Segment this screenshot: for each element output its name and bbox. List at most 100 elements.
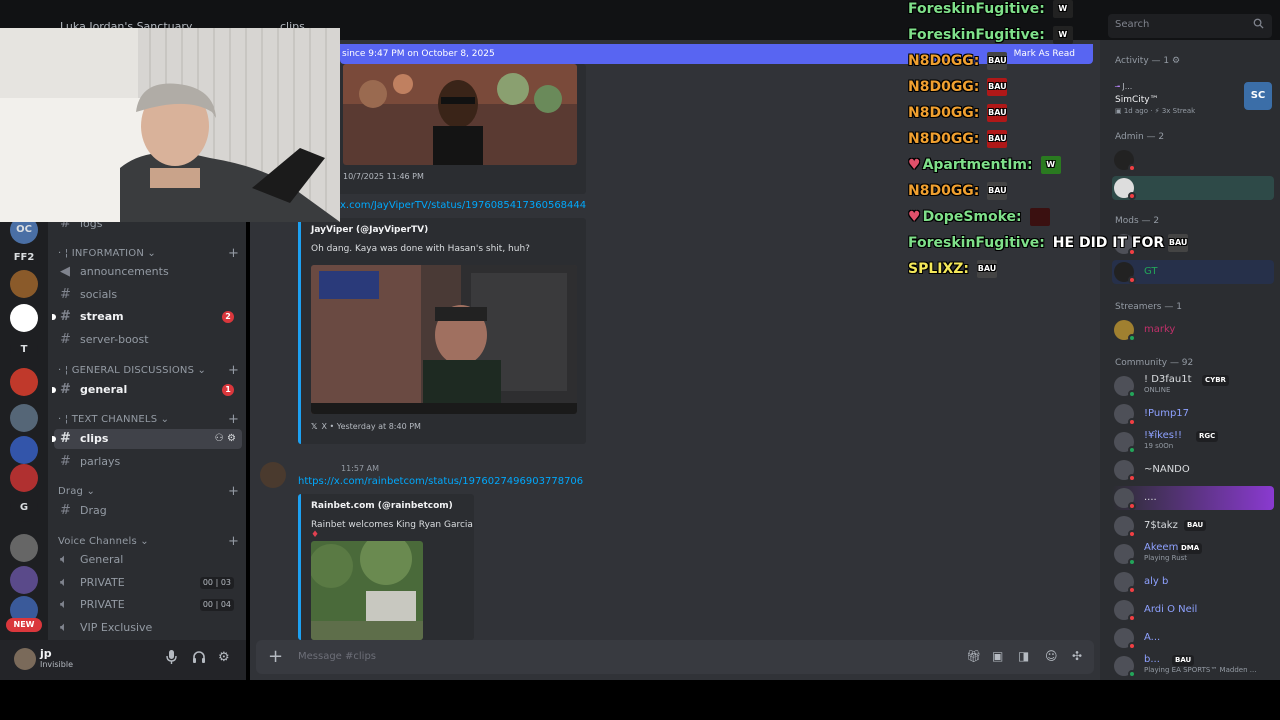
add-channel-icon[interactable]: + (228, 246, 239, 261)
category-text-channels[interactable]: · ¦ TEXT CHANNELS ⌄ + (58, 412, 239, 427)
channel-clips[interactable]: # clips ⚇ ⚙ (52, 429, 242, 449)
voice-channel-private-2[interactable]: 🔈︎ PRIVATE 00 | 04 (54, 595, 242, 615)
category-drag[interactable]: Drag ⌄ + (58, 484, 239, 499)
emoji-icon[interactable]: ☺ (1045, 649, 1058, 663)
channel-settings-icons[interactable]: ⚇ ⚙ (215, 429, 236, 449)
embed-author[interactable]: JayViper (@JayViperTV) (311, 225, 428, 235)
embed-author[interactable]: Rainbet.com (@rainbetcom) (311, 501, 453, 511)
stream-chat-line: ForeskinFugitive: W (908, 0, 1073, 18)
server-icon-11[interactable] (10, 566, 38, 594)
member-community-9[interactable]: A... (1112, 626, 1274, 650)
letterbox-bar (0, 680, 1280, 720)
stream-chat-line: ♥ ApartmentIm: W (908, 156, 1061, 174)
channel-server-boost[interactable]: # server-boost (54, 330, 242, 350)
composer-placeholder: Message #clips (298, 651, 376, 662)
add-channel-icon[interactable]: + (228, 534, 239, 549)
channel-drag[interactable]: # Drag (54, 501, 242, 521)
channel-announcements[interactable]: ◀ announcements (54, 262, 242, 282)
add-channel-icon[interactable]: + (228, 412, 239, 427)
avatar[interactable] (260, 462, 286, 488)
hash-icon: # (60, 431, 71, 446)
guild-tag: CYBR (1202, 375, 1229, 386)
server-icon-6[interactable] (10, 404, 38, 432)
member-community-10[interactable]: b... BAU Playing EA SPORTS™ Madden ... (1112, 654, 1274, 678)
hash-icon: # (60, 503, 71, 518)
channel-stream[interactable]: # stream 2 (52, 307, 242, 327)
microphone-icon[interactable] (166, 650, 177, 668)
hash-icon: # (60, 332, 71, 347)
avatar[interactable] (14, 648, 36, 670)
channel-socials[interactable]: # socials (54, 285, 242, 305)
guild-tag: BAU (1172, 655, 1195, 666)
add-channel-icon[interactable]: + (228, 484, 239, 499)
voice-channel-vip[interactable]: 🔈︎ VIP Exclusive (54, 618, 242, 638)
server-icon-5[interactable] (10, 368, 38, 396)
speaker-icon: 🔈︎ (60, 552, 68, 567)
stream-chat-line: N8D0GG: BAU (908, 130, 1008, 148)
link-jayviper[interactable]: x.com/JayViperTV/status/1976085417360568… (340, 200, 586, 211)
server-icon-9[interactable]: G (10, 494, 38, 522)
embed-image[interactable] (311, 265, 577, 414)
voice-user-count: 00 | 03 (199, 577, 234, 589)
chat-username: SPLIXZ: (908, 261, 970, 277)
avatar (1114, 628, 1136, 650)
member-community-0[interactable]: ! D3fau1t CYBR ONLINE (1112, 374, 1274, 398)
channel-general[interactable]: # general 1 (52, 380, 242, 400)
server-icon-2[interactable] (10, 270, 38, 298)
new-badge: NEW (6, 618, 42, 632)
member-community-8[interactable]: Ardi O Neil (1112, 598, 1274, 622)
server-icon-10[interactable] (10, 534, 38, 562)
member-community-5[interactable]: 7$takz BAU (1112, 514, 1274, 538)
chat-username: N8D0GG: (908, 131, 980, 147)
member-name: Akeem (1144, 542, 1179, 553)
chat-username: ApartmentIm: (922, 157, 1033, 173)
member-community-3[interactable]: ~NANDO (1112, 458, 1274, 482)
member-name: !¥îkes!! (1144, 430, 1182, 441)
emote-icon: BAU (987, 130, 1008, 148)
member-community-2[interactable]: !¥îkes!! RGC 19 s0On (1112, 430, 1274, 454)
category-general-discussions[interactable]: · ¦ GENERAL DISCUSSIONS ⌄ + (58, 363, 239, 378)
headphones-icon[interactable] (192, 650, 206, 668)
member-community-4[interactable]: .... (1112, 486, 1274, 510)
link-rainbet[interactable]: https://x.com/rainbetcom/status/19760274… (298, 476, 583, 487)
member-name: ~NANDO (1144, 464, 1190, 475)
embed-image[interactable] (311, 541, 423, 640)
server-icon-1[interactable]: FF2 (10, 244, 38, 272)
message-timestamp: 11:57 AM (341, 464, 379, 473)
gift-icon[interactable]: 🎁︎ (966, 649, 981, 663)
avatar (1114, 376, 1136, 398)
embed-image[interactable] (343, 64, 577, 165)
member-community-6[interactable]: Akeem DMA Playing Rust (1112, 542, 1274, 566)
member-streamer[interactable]: marky (1112, 318, 1274, 342)
x-logo-icon: 𝕏 (311, 422, 318, 431)
sticker-icon[interactable]: ◨ (1018, 649, 1029, 663)
member-name: .... (1144, 492, 1157, 503)
add-channel-icon[interactable]: + (228, 363, 239, 378)
server-icon-7[interactable] (10, 436, 38, 464)
gif-icon[interactable]: ▣ (992, 649, 1003, 663)
server-icon-8[interactable] (10, 464, 38, 492)
emote-icon: W (1052, 0, 1073, 18)
voice-channel-general[interactable]: 🔈︎ General (54, 550, 242, 570)
stream-chat-line: N8D0GG: BAU (908, 52, 1008, 70)
member-community-1[interactable]: !Pump17 (1112, 402, 1274, 426)
message-composer[interactable]: + Message #clips 🎁︎ ▣ ◨ ☺ ✣ (256, 640, 1094, 674)
stream-chat-line: ♥ DopeSmoke: (908, 208, 1050, 226)
unread-indicator (52, 436, 56, 442)
voice-channel-private-1[interactable]: 🔈︎ PRIVATE 00 | 03 (54, 573, 242, 593)
server-icon-4[interactable]: T (10, 336, 38, 364)
category-information[interactable]: · ¦ INFORMATION ⌄ + (58, 246, 239, 261)
mention-badge: 1 (222, 384, 234, 396)
avatar (1114, 572, 1136, 594)
apps-icon[interactable]: ✣ (1072, 649, 1082, 663)
server-icon-3[interactable] (10, 304, 38, 332)
category-voice-channels[interactable]: Voice Channels ⌄ + (58, 534, 239, 549)
embed-3: Rainbet.com (@rainbetcom) Rainbet welcom… (298, 494, 474, 640)
gear-icon[interactable]: ⚙ (218, 650, 230, 665)
member-community-7[interactable]: aly b (1112, 570, 1274, 594)
add-attachment-icon[interactable]: + (268, 646, 283, 667)
emoji-icon: ♦ (311, 530, 320, 540)
channel-parlays[interactable]: # parlays (54, 452, 242, 472)
emote-icon: BAU (977, 260, 998, 278)
heart-badge-icon: ♥ (908, 209, 921, 225)
